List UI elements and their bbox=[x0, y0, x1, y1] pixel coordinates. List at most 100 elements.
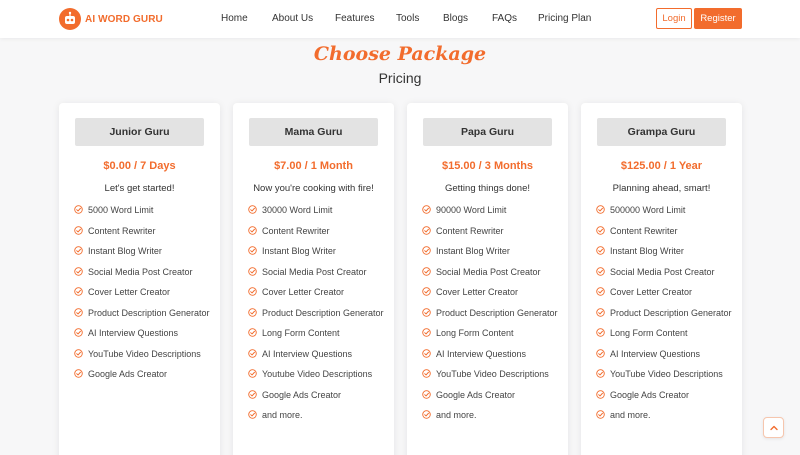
feature-item: 90000 Word Limit bbox=[422, 204, 562, 217]
feature-list: 90000 Word Limit Content Rewriter Instant … bbox=[422, 204, 562, 430]
feature-label: Long Form Content bbox=[610, 328, 688, 338]
feature-list: 500000 Word Limit Content Rewriter Instant… bbox=[596, 204, 736, 430]
plan-tagline: Planning ahead, smart! bbox=[612, 183, 711, 194]
plan-card-mama-guru: Mama Guru $7.00 / 1 Month Now you're coo… bbox=[233, 103, 394, 455]
chevron-up-icon bbox=[769, 425, 778, 430]
feature-label: AI Interview Questions bbox=[262, 348, 353, 359]
feature-item: Long Form Content bbox=[422, 327, 562, 340]
feature-item: Content Rewriter bbox=[248, 225, 388, 238]
feature-label: Google Ads Creator bbox=[610, 389, 690, 400]
check-circle-icon bbox=[422, 266, 431, 276]
register-button[interactable]: Register bbox=[694, 8, 742, 29]
feature-item: Cover Letter Creator bbox=[596, 286, 736, 299]
check-circle-icon bbox=[248, 287, 257, 296]
feature-item: Google Ads Creator bbox=[248, 389, 388, 402]
nav-pricing-plan[interactable]: Pricing Plan bbox=[538, 13, 591, 24]
check-circle-icon bbox=[248, 225, 257, 235]
feature-label: 5000 Word Limit bbox=[88, 205, 154, 215]
feature-item: Long Form Content bbox=[596, 327, 736, 340]
nav-tools[interactable]: Tools bbox=[396, 13, 419, 24]
check-circle-icon bbox=[596, 307, 605, 317]
feature-label: Product Description Generator bbox=[436, 307, 558, 318]
check-circle-icon bbox=[248, 389, 257, 399]
feature-item: Instant Blog Writer bbox=[596, 245, 736, 258]
feature-item: Social Media Post Creator bbox=[596, 266, 736, 279]
feature-label: Instant Blog Writer bbox=[436, 246, 510, 256]
feature-item: and more. bbox=[422, 409, 562, 422]
scroll-to-top-button[interactable] bbox=[763, 417, 784, 438]
feature-label: Product Description Generator bbox=[262, 307, 384, 318]
check-circle-icon bbox=[596, 287, 605, 296]
check-circle-icon bbox=[596, 328, 605, 337]
check-circle-icon bbox=[74, 266, 83, 276]
check-circle-icon bbox=[422, 410, 431, 419]
feature-label: Content Rewriter bbox=[610, 225, 678, 236]
feature-item: Google Ads Creator bbox=[422, 389, 562, 402]
nav-blogs[interactable]: Blogs bbox=[443, 13, 468, 24]
check-circle-icon bbox=[596, 205, 605, 214]
feature-label: Social Media Post Creator bbox=[436, 266, 541, 277]
feature-item: Instant Blog Writer bbox=[248, 245, 388, 258]
check-circle-icon bbox=[248, 348, 257, 358]
feature-item: 30000 Word Limit bbox=[248, 204, 388, 217]
check-circle-icon bbox=[74, 348, 83, 358]
feature-label: and more. bbox=[436, 410, 477, 420]
feature-item: AI Interview Questions bbox=[422, 348, 562, 361]
feature-item: YouTube Video Descriptions bbox=[596, 368, 736, 381]
feature-item: Product Description Generator bbox=[422, 307, 562, 320]
check-circle-icon bbox=[248, 410, 257, 419]
feature-item: Google Ads Creator bbox=[596, 389, 736, 402]
feature-label: Cover Letter Creator bbox=[436, 287, 519, 297]
feature-item: Content Rewriter bbox=[74, 225, 214, 238]
feature-item: YouTube Video Descriptions bbox=[74, 348, 214, 361]
nav-home[interactable]: Home bbox=[221, 13, 248, 24]
feature-item: Product Description Generator bbox=[248, 307, 388, 320]
check-circle-icon bbox=[422, 307, 431, 317]
feature-label: 500000 Word Limit bbox=[610, 205, 686, 215]
feature-item: Social Media Post Creator bbox=[248, 266, 388, 279]
feature-item: Social Media Post Creator bbox=[422, 266, 562, 279]
check-circle-icon bbox=[596, 225, 605, 235]
check-circle-icon bbox=[248, 307, 257, 317]
feature-item: Product Description Generator bbox=[596, 307, 736, 320]
feature-label: Instant Blog Writer bbox=[88, 246, 162, 256]
section-title: Choose Package bbox=[313, 43, 487, 65]
feature-label: Cover Letter Creator bbox=[262, 287, 345, 297]
nav-features[interactable]: Features bbox=[335, 13, 374, 24]
check-circle-icon bbox=[422, 246, 431, 255]
check-circle-icon bbox=[596, 266, 605, 276]
check-circle-icon bbox=[596, 348, 605, 358]
feature-label: 30000 Word Limit bbox=[262, 205, 333, 215]
site-header: AI WORD GURU Home About Us Features Tool… bbox=[0, 0, 800, 38]
check-circle-icon bbox=[74, 287, 83, 296]
feature-label: Cover Letter Creator bbox=[88, 287, 171, 297]
nav-faqs[interactable]: FAQs bbox=[492, 13, 517, 24]
feature-label: and more. bbox=[262, 410, 303, 420]
check-circle-icon bbox=[422, 348, 431, 358]
feature-label: YouTube Video Descriptions bbox=[88, 348, 201, 359]
check-circle-icon bbox=[422, 287, 431, 296]
plan-name: Papa Guru bbox=[423, 118, 552, 146]
check-circle-icon bbox=[248, 369, 257, 378]
feature-item: Instant Blog Writer bbox=[74, 245, 214, 258]
feature-item: Instant Blog Writer bbox=[422, 245, 562, 258]
check-circle-icon bbox=[248, 205, 257, 214]
feature-item: Long Form Content bbox=[248, 327, 388, 340]
plan-card-grampa-guru: Grampa Guru $125.00 / 1 Year Planning ah… bbox=[581, 103, 742, 455]
plan-price: $125.00 / 1 Year bbox=[620, 160, 703, 172]
feature-item: Cover Letter Creator bbox=[422, 286, 562, 299]
feature-label: Google Ads Creator bbox=[88, 369, 168, 379]
check-circle-icon bbox=[74, 307, 83, 317]
login-button[interactable]: Login bbox=[656, 8, 692, 29]
feature-label: Long Form Content bbox=[262, 328, 340, 338]
feature-item: AI Interview Questions bbox=[596, 348, 736, 361]
feature-item: YouTube Video Descriptions bbox=[422, 368, 562, 381]
feature-label: AI Interview Questions bbox=[436, 348, 527, 359]
feature-label: Instant Blog Writer bbox=[610, 246, 684, 256]
plan-card-junior-guru: Junior Guru $0.00 / 7 Days Let's get sta… bbox=[59, 103, 220, 455]
feature-item: Google Ads Creator bbox=[74, 368, 214, 381]
check-circle-icon bbox=[422, 369, 431, 378]
feature-label: 90000 Word Limit bbox=[436, 205, 507, 215]
nav-about-us[interactable]: About Us bbox=[272, 13, 313, 24]
check-circle-icon bbox=[248, 328, 257, 337]
